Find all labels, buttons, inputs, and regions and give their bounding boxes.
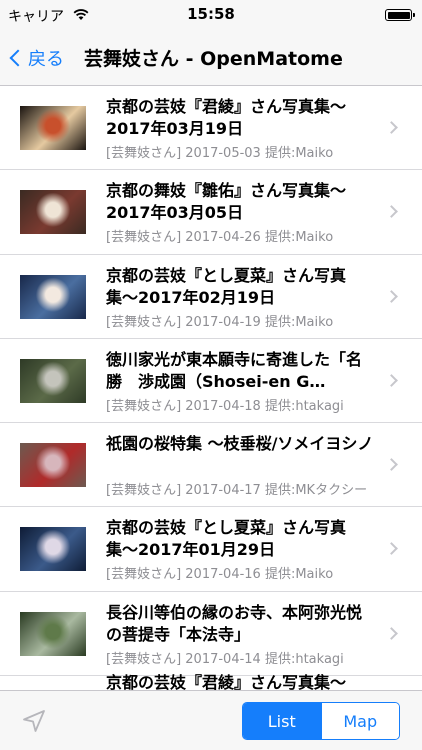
- list-item[interactable]: 京都の芸妓『とし夏菜』さん写真集〜2017年01月29日 [芸舞妓さん] 2017…: [0, 507, 422, 593]
- item-subtitle: [芸舞妓さん] 2017-04-26 提供:Maiko: [106, 230, 334, 246]
- location-arrow-icon[interactable]: [20, 707, 48, 735]
- list-item[interactable]: 京都の舞妓『雛佑』さん写真集〜2017年03月05日 [芸舞妓さん] 2017-0…: [0, 170, 422, 255]
- article-list: 京都の芸妓『君綾』さん写真集〜2017年03月19日 [芸舞妓さん] 2017-0…: [0, 86, 422, 690]
- thumbnail-image: [20, 611, 86, 656]
- chevron-right-icon: [385, 458, 398, 472]
- item-title: 京都の舞妓『雛佑』さん写真集〜2017年03月05日: [106, 181, 347, 223]
- thumbnail-image: [20, 358, 86, 403]
- item-title: 京都の芸妓『君綾』さん写真集〜2017年03月19日: [106, 97, 347, 138]
- thumbnail-image: [20, 527, 86, 572]
- item-subtitle: [芸舞妓さん] 2017-04-19 提供:Maiko: [106, 314, 334, 330]
- list-item[interactable]: 徳川家光が東本願寺に寄進した「名勝 渉成園（Shosei-en G… [芸舞妓さん…: [0, 339, 422, 424]
- chevron-right-icon: [385, 205, 398, 219]
- thumbnail-image: [20, 106, 86, 150]
- list-item[interactable]: 祇園の桜特集 〜枝垂桜/ソメイヨシノ [芸舞妓さん] 2017-04-17 提供:…: [0, 423, 422, 508]
- item-title: 祇園の桜特集 〜枝垂桜/ソメイヨシノ: [106, 434, 374, 454]
- list-item[interactable]: 京都の芸妓『君綾』さん写真集〜2017年03月19日 [芸舞妓さん] 2017-0…: [0, 86, 422, 171]
- item-title: 長谷川等伯の縁のお寺、本阿弥光悦の菩提寺「本法寺」: [106, 602, 363, 644]
- item-title: 徳川家光が東本願寺に寄進した「名勝 渉成園（Shosei-en G…: [106, 349, 363, 391]
- thumbnail-image: [20, 443, 86, 488]
- chevron-right-icon: [385, 626, 398, 640]
- item-title: 京都の芸妓『とし夏菜』さん写真集〜2017年02月19日: [106, 265, 347, 307]
- view-mode-segmented-control: List Map: [242, 702, 400, 740]
- item-subtitle: [芸舞妓さん] 2017-04-17 提供:MKタクシー: [106, 483, 368, 499]
- navigation-bar: 戻る 芸舞妓さん - OpenMatome: [0, 30, 422, 86]
- item-subtitle: [芸舞妓さん] 2017-05-03 提供:Maiko: [106, 146, 334, 161]
- item-subtitle: [芸舞妓さん] 2017-04-14 提供:htakagi: [106, 651, 344, 667]
- map-tab[interactable]: Map: [320, 703, 399, 739]
- chevron-right-icon: [385, 121, 398, 134]
- back-button-label: 戻る: [28, 49, 64, 70]
- page-title: 芸舞妓さん - OpenMatome: [84, 48, 343, 70]
- list-item[interactable]: 京都の芸妓『君綾』さん写真集〜: [0, 673, 422, 690]
- back-button[interactable]: 戻る: [6, 43, 64, 73]
- item-subtitle: [芸舞妓さん] 2017-04-18 提供:htakagi: [106, 398, 344, 414]
- item-title: 京都の芸妓『とし夏菜』さん写真集〜2017年01月29日: [106, 518, 347, 560]
- chevron-right-icon: [385, 289, 398, 303]
- list-tab[interactable]: List: [243, 703, 321, 739]
- chevron-right-icon: [385, 374, 398, 387]
- item-subtitle: [芸舞妓さん] 2017-04-16 提供:Maiko: [106, 567, 334, 583]
- thumbnail-image: [20, 274, 86, 319]
- thumbnail-image: [20, 190, 86, 235]
- list-item[interactable]: 京都の芸妓『とし夏菜』さん写真集〜2017年02月19日 [芸舞妓さん] 2017…: [0, 255, 422, 340]
- chevron-left-icon: [9, 49, 27, 67]
- chevron-right-icon: [385, 542, 398, 556]
- list-item[interactable]: 長谷川等伯の縁のお寺、本阿弥光悦の菩提寺「本法寺」 [芸舞妓さん] 2017-04…: [0, 592, 422, 677]
- item-title: 京都の芸妓『君綾』さん写真集〜: [106, 673, 347, 690]
- status-time: 15:58: [187, 5, 235, 23]
- battery-icon: [385, 9, 415, 21]
- status-bar: キャリア 15:58: [0, 0, 422, 30]
- bottom-toolbar: List Map: [0, 690, 422, 750]
